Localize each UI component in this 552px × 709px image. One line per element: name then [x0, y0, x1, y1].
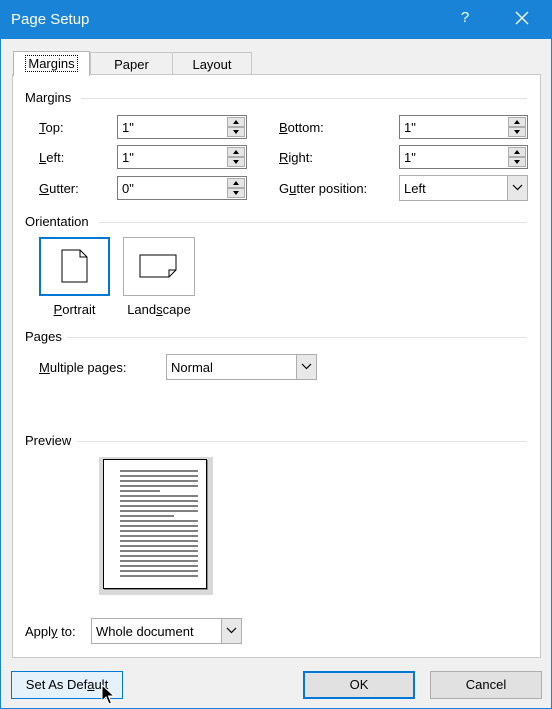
top-margin-label: Top:: [39, 120, 64, 135]
spin-down-icon[interactable]: [227, 157, 245, 167]
dropdown-button[interactable]: [296, 355, 316, 379]
tab-layout[interactable]: Layout: [172, 52, 252, 75]
orientation-group-divider: [99, 222, 527, 223]
spin-down-icon[interactable]: [508, 127, 526, 137]
cancel-label: Cancel: [465, 677, 507, 692]
right-margin-label: Right:: [279, 150, 313, 165]
chevron-down-icon: [512, 184, 523, 191]
preview-group-divider: [77, 441, 527, 442]
preview-text-lines: [120, 470, 198, 577]
spin-up-icon[interactable]: [227, 178, 245, 188]
pages-group-divider: [67, 337, 527, 338]
gutter-position-label: Gutter position:: [279, 181, 368, 196]
multiple-pages-select[interactable]: Normal: [166, 354, 317, 380]
spin-down-icon[interactable]: [508, 157, 526, 167]
gutter-label: Gutter:: [39, 181, 79, 196]
page-preview: [99, 457, 213, 595]
title-bar: Page Setup ?: [1, 1, 551, 39]
tab-paper[interactable]: Paper: [90, 52, 173, 75]
gutter-value: 0": [122, 181, 134, 196]
gutter-position-select[interactable]: Left: [399, 175, 528, 201]
preview-group-label: Preview: [25, 433, 72, 448]
chevron-down-icon: [226, 627, 237, 634]
tab-paper-label: Paper: [114, 57, 149, 72]
spin-down-icon[interactable]: [227, 127, 245, 137]
spin-down-icon[interactable]: [227, 188, 245, 198]
ok-button[interactable]: OK: [303, 671, 415, 699]
set-as-default-label: Set As Default: [25, 677, 109, 692]
left-margin-label: Left:: [39, 150, 65, 165]
left-margin-spinner[interactable]: 1": [117, 145, 247, 169]
apply-to-label: Apply to:: [25, 624, 76, 639]
landscape-button[interactable]: [123, 237, 195, 296]
dropdown-button[interactable]: [507, 176, 527, 200]
bottom-margin-label: Bottom:: [279, 120, 324, 135]
margins-group-label: Margins: [25, 90, 72, 105]
apply-to-value: Whole document: [96, 624, 194, 639]
top-margin-spinner[interactable]: 1": [117, 115, 247, 139]
spin-up-icon[interactable]: [508, 117, 526, 127]
tab-margins[interactable]: Margins: [13, 51, 90, 76]
portrait-label: Portrait: [53, 302, 96, 317]
dropdown-button[interactable]: [221, 619, 241, 643]
page-setup-dialog: Page Setup ? Margins Paper Layout Margin…: [0, 0, 552, 709]
portrait-button[interactable]: [38, 236, 111, 297]
spin-up-icon[interactable]: [227, 147, 245, 157]
gutter-spinner[interactable]: 0": [117, 176, 247, 200]
mouse-cursor-icon: [101, 684, 115, 705]
close-button[interactable]: [511, 7, 533, 29]
landscape-page-icon: [139, 254, 177, 278]
gutter-position-value: Left: [404, 181, 426, 196]
multiple-pages-label: Multiple pages:: [39, 360, 127, 375]
cancel-button[interactable]: Cancel: [430, 671, 542, 699]
right-margin-spinner[interactable]: 1": [399, 145, 528, 169]
tab-layout-label: Layout: [192, 57, 232, 72]
right-margin-value: 1": [404, 150, 416, 165]
orientation-group-label: Orientation: [25, 214, 89, 229]
portrait-page-icon: [61, 249, 88, 283]
top-margin-value: 1": [122, 120, 134, 135]
left-margin-value: 1": [122, 150, 134, 165]
spin-up-icon[interactable]: [508, 147, 526, 157]
tab-margins-label: Margins: [25, 55, 78, 72]
chevron-down-icon: [301, 363, 312, 370]
pages-group-label: Pages: [25, 329, 62, 344]
close-icon: [515, 11, 529, 25]
bottom-margin-spinner[interactable]: 1": [399, 115, 528, 139]
spin-up-icon[interactable]: [227, 117, 245, 127]
margins-group-divider: [81, 98, 527, 99]
preview-page: [103, 459, 207, 589]
apply-to-select[interactable]: Whole document: [91, 618, 242, 644]
help-button[interactable]: ?: [457, 9, 473, 26]
bottom-margin-value: 1": [404, 120, 416, 135]
multiple-pages-value: Normal: [171, 360, 213, 375]
ok-label: OK: [349, 677, 369, 692]
dialog-title: Page Setup: [11, 11, 90, 28]
landscape-label: Landscape: [127, 302, 191, 317]
